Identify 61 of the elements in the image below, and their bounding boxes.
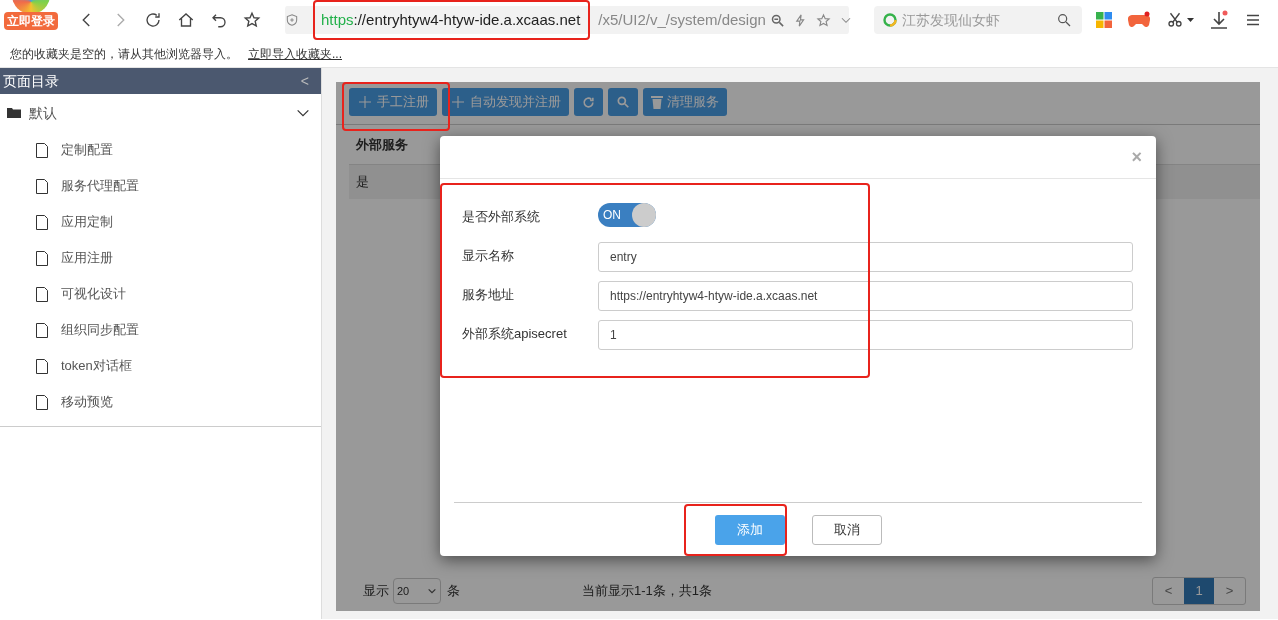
page-summary: 当前显示1-1条，共1条 xyxy=(582,582,713,601)
folder-icon xyxy=(7,108,21,118)
column-header: 外部服务 xyxy=(356,135,408,154)
unit-label: 条 xyxy=(447,582,460,601)
file-icon xyxy=(36,214,48,230)
sidebar-title: 页面目录 xyxy=(3,71,59,91)
field-label: 外部系统apisecret xyxy=(462,325,568,343)
field-label: 显示名称 xyxy=(462,247,515,265)
plus-icon xyxy=(450,94,466,110)
tree-item[interactable]: 组织同步配置 xyxy=(0,312,321,348)
file-icon xyxy=(36,286,48,302)
text-field[interactable]: entry xyxy=(598,242,1133,272)
undo-icon[interactable] xyxy=(210,11,228,29)
show-label: 显示 xyxy=(363,582,389,601)
cancel-button[interactable]: 取消 xyxy=(811,514,882,545)
file-icon xyxy=(36,178,48,194)
toggle-switch[interactable]: ON xyxy=(598,203,656,227)
tree-item[interactable]: 定制配置 xyxy=(0,132,321,168)
file-icon xyxy=(36,322,48,338)
file-icon xyxy=(36,142,48,158)
chevron-down-icon xyxy=(427,586,437,596)
plus-icon xyxy=(357,94,373,110)
star-icon[interactable] xyxy=(815,12,831,28)
tree-item[interactable]: 可视化设计 xyxy=(0,276,321,312)
scissors-icon[interactable] xyxy=(1166,11,1184,29)
trash-icon xyxy=(651,95,663,109)
search-icon[interactable] xyxy=(1056,12,1072,28)
apps-grid-icon[interactable] xyxy=(1096,12,1112,28)
gamepad-icon[interactable] xyxy=(1128,11,1150,29)
home-icon[interactable] xyxy=(177,11,195,29)
tree-item[interactable]: token对话框 xyxy=(0,348,321,384)
search-field[interactable]: 江苏发现仙女虾 xyxy=(902,9,1052,31)
file-icon xyxy=(36,358,48,374)
caret-icon[interactable] xyxy=(1187,18,1194,22)
search-engine-logo-icon xyxy=(882,12,898,28)
refresh-icon xyxy=(582,95,595,109)
download-icon[interactable] xyxy=(1210,10,1228,30)
tree-group[interactable]: 默认 xyxy=(0,94,321,132)
tree-item[interactable]: 服务代理配置 xyxy=(0,168,321,204)
collapse-button[interactable]: < xyxy=(300,70,309,92)
tree-item[interactable]: 移动预览 xyxy=(0,384,321,420)
bookmarks-message: 您的收藏夹是空的，请从其他浏览器导入。 xyxy=(10,45,238,63)
text-field[interactable]: 1 xyxy=(598,320,1133,350)
table-cell-text: 是 xyxy=(356,173,369,192)
file-icon xyxy=(36,250,48,266)
reload-icon[interactable] xyxy=(144,11,162,29)
star-icon[interactable] xyxy=(243,11,261,29)
shield-icon xyxy=(285,13,299,27)
search-bar[interactable]: 江苏发现仙女虾 xyxy=(874,6,1082,34)
url-path: /x5/UI2/v_/system/design xyxy=(598,9,766,30)
zoom-out-icon[interactable] xyxy=(769,12,785,28)
search-icon xyxy=(616,95,630,109)
tree-item[interactable]: 应用注册 xyxy=(0,240,321,276)
file-icon xyxy=(36,394,48,410)
text-field[interactable]: https://entryhtyw4-htyw-ide.a.xcaas.net xyxy=(598,281,1133,311)
url-text: https://entryhtyw4-htyw-ide.a.xcaas.net xyxy=(321,9,581,30)
tree-item[interactable]: 应用定制 xyxy=(0,204,321,240)
page-size-select[interactable]: 20 xyxy=(393,578,441,604)
import-bookmarks-link[interactable]: 立即导入收藏夹... xyxy=(248,44,342,63)
field-label: 服务地址 xyxy=(462,286,515,304)
field-label: 是否外部系统 xyxy=(462,208,541,226)
